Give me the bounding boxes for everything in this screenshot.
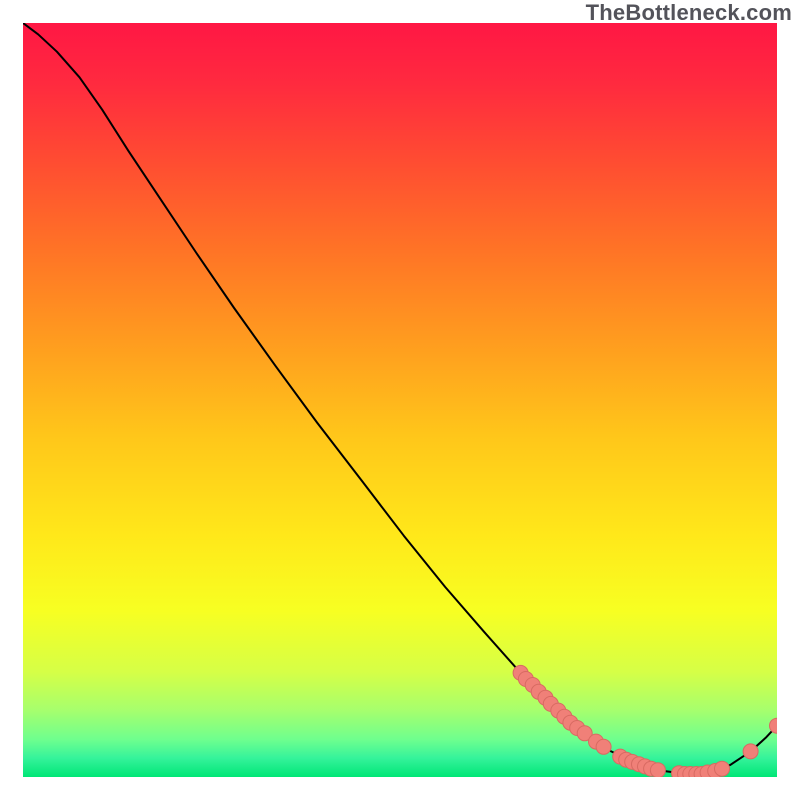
marker-point — [770, 718, 785, 733]
plot-svg — [0, 0, 800, 800]
bottleneck-chart: TheBottleneck.com — [0, 0, 800, 800]
marker-point — [743, 744, 758, 759]
marker-point — [715, 761, 730, 776]
gradient-background — [23, 23, 777, 777]
watermark-text: TheBottleneck.com — [586, 0, 792, 26]
marker-point — [596, 739, 611, 754]
marker-point — [650, 763, 665, 778]
